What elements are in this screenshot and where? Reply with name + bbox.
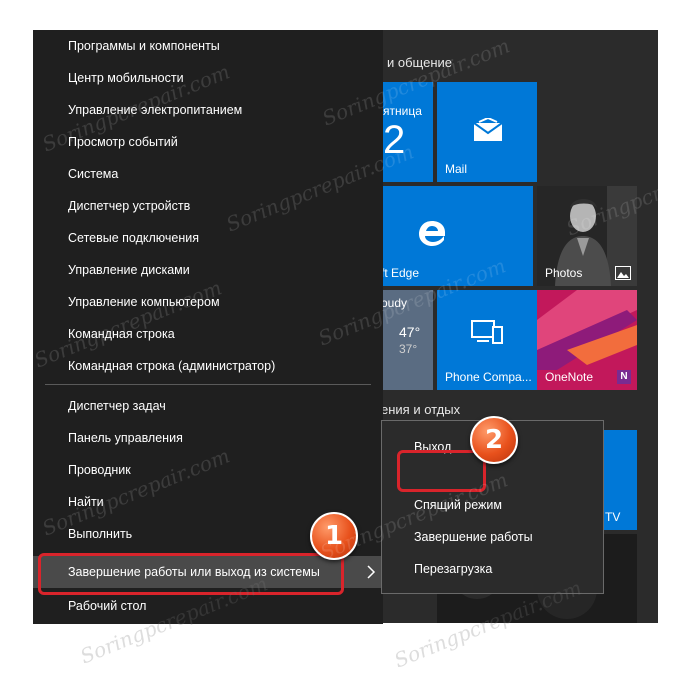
menu-item-power-options[interactable]: Управление электропитанием: [33, 94, 383, 126]
menu-item-control-panel[interactable]: Панель управления: [33, 422, 383, 454]
step-badge-2: 2: [470, 416, 518, 464]
menu-item-mobility-center[interactable]: Центр мобильности: [33, 62, 383, 94]
weather-tile[interactable]: oudy 47° 37°: [381, 290, 433, 390]
photos-tile-label: Photos: [545, 266, 583, 280]
menu-item-command-prompt[interactable]: Командная строка: [33, 318, 383, 350]
menu-item-task-manager[interactable]: Диспетчер задач: [33, 390, 383, 422]
weather-condition: oudy: [381, 296, 408, 310]
onenote-tile-label: OneNote: [545, 370, 594, 384]
phone-companion-icon: [471, 320, 503, 344]
edge-icon: [419, 221, 445, 246]
menu-item-disk-management[interactable]: Управление дисками: [33, 254, 383, 286]
menu-separator: [45, 384, 371, 385]
menu-item-computer-management[interactable]: Управление компьютером: [33, 286, 383, 318]
step-badge-1: 1: [310, 512, 358, 560]
screenshot-frame: и общение ятница 2 Mail ft Edge Photos o…: [0, 0, 691, 673]
edge-tile-label: ft Edge: [381, 266, 420, 280]
menu-item-file-explorer[interactable]: Проводник: [33, 454, 383, 486]
mail-tile[interactable]: Mail: [437, 82, 537, 182]
edge-tile[interactable]: ft Edge: [381, 186, 533, 286]
highlight-box-sign-out-item: [397, 450, 486, 492]
menu-item-command-prompt-admin[interactable]: Командная строка (администратор): [33, 350, 383, 382]
weather-low-temp: 37°: [399, 342, 418, 356]
calendar-number: 2: [383, 118, 406, 162]
photos-icon: [615, 266, 631, 280]
weather-high-temp: 47°: [399, 324, 421, 340]
submenu-item-restart[interactable]: Перезагрузка: [382, 553, 603, 585]
mail-tile-label: Mail: [445, 162, 468, 176]
phone-companion-tile[interactable]: Phone Compa...: [437, 290, 537, 390]
tile-group-label-entertainment: ения и отдых: [381, 402, 461, 417]
photos-tile[interactable]: Photos: [537, 186, 637, 286]
menu-item-programs-features[interactable]: Программы и компоненты: [33, 30, 383, 62]
menu-item-system[interactable]: Система: [33, 158, 383, 190]
onenote-icon: N: [617, 370, 631, 384]
tv-tile-label: TV: [605, 510, 621, 524]
calendar-day: ятница: [383, 104, 422, 118]
tile-group-label-social: и общение: [387, 55, 452, 70]
phone-companion-label: Phone Compa...: [445, 370, 532, 384]
calendar-tile[interactable]: ятница 2: [381, 82, 433, 182]
highlight-box-shutdown-item: [38, 553, 344, 595]
menu-item-network-connections[interactable]: Сетевые подключения: [33, 222, 383, 254]
menu-item-event-viewer[interactable]: Просмотр событий: [33, 126, 383, 158]
chevron-right-icon: [367, 565, 376, 579]
mail-icon: [473, 118, 503, 141]
onenote-tile[interactable]: OneNote N: [537, 290, 637, 390]
submenu-item-sleep[interactable]: Спящий режим: [382, 489, 603, 521]
menu-item-device-manager[interactable]: Диспетчер устройств: [33, 190, 383, 222]
submenu-item-shut-down[interactable]: Завершение работы: [382, 521, 603, 553]
